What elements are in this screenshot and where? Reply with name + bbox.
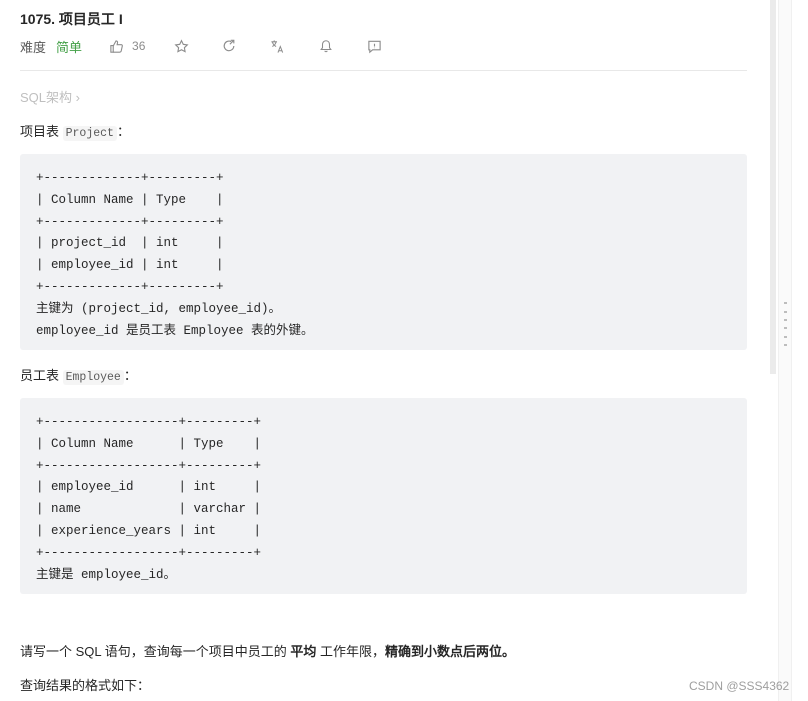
bell-icon[interactable]	[318, 38, 334, 54]
share-icon[interactable]	[221, 38, 237, 54]
question-bold-precision: 精确到小数点后两位。	[385, 644, 516, 659]
project-schema-codeblock: +-------------+---------+ | Column Name …	[20, 154, 747, 350]
project-table-intro: 项目表 Project：	[20, 121, 130, 141]
watermark: CSDN @SSS4362	[689, 679, 790, 693]
question-part-2: 工作年限，	[316, 644, 386, 659]
employee-intro-text: 员工表	[20, 368, 63, 383]
project-intro-text: 项目表	[20, 124, 63, 139]
grip-dot	[784, 327, 787, 329]
project-table-name: Project	[62, 126, 117, 141]
grip-dot	[784, 311, 787, 313]
employee-intro-suffix: ：	[123, 368, 137, 383]
employee-schema-codeblock: +------------------+---------+ | Column …	[20, 398, 747, 594]
project-intro-suffix: ：	[116, 124, 130, 139]
employee-table-name: Employee	[62, 370, 124, 385]
project-schema-code: +-------------+---------+ | Column Name …	[36, 171, 314, 338]
scrollbar-thumb[interactable]	[770, 0, 776, 374]
problem-meta-bar: 难度 简单 36	[20, 36, 382, 56]
question-part-1: 请写一个 SQL 语句，查询每一个项目中员工的	[20, 644, 291, 659]
question-text: 请写一个 SQL 语句，查询每一个项目中员工的 平均 工作年限，精确到小数点后两…	[20, 641, 515, 660]
header-divider	[20, 70, 747, 71]
question-bold-average: 平均	[290, 644, 317, 659]
result-format-text: 查询结果的格式如下：	[20, 678, 151, 693]
thumbs-up-icon[interactable]	[108, 38, 124, 54]
feedback-icon[interactable]	[366, 38, 382, 54]
grip-dot	[784, 336, 787, 338]
grip-dot	[784, 344, 787, 346]
problem-title: 1075. 项目员工 I	[20, 11, 123, 27]
employee-schema-code: +------------------+---------+ | Column …	[36, 415, 262, 582]
difficulty-label: 难度	[20, 39, 47, 55]
translate-icon[interactable]	[269, 38, 285, 54]
star-icon[interactable]	[173, 38, 189, 54]
employee-table-intro: 员工表 Employee：	[20, 365, 137, 385]
like-count: 36	[132, 39, 146, 53]
breadcrumb-sql-category[interactable]: SQL架构 ›	[20, 87, 80, 106]
grip-dot	[784, 302, 787, 304]
panel-resize-handle[interactable]	[778, 0, 792, 701]
grip-dot	[784, 319, 787, 321]
difficulty-badge: 简单	[56, 39, 83, 55]
